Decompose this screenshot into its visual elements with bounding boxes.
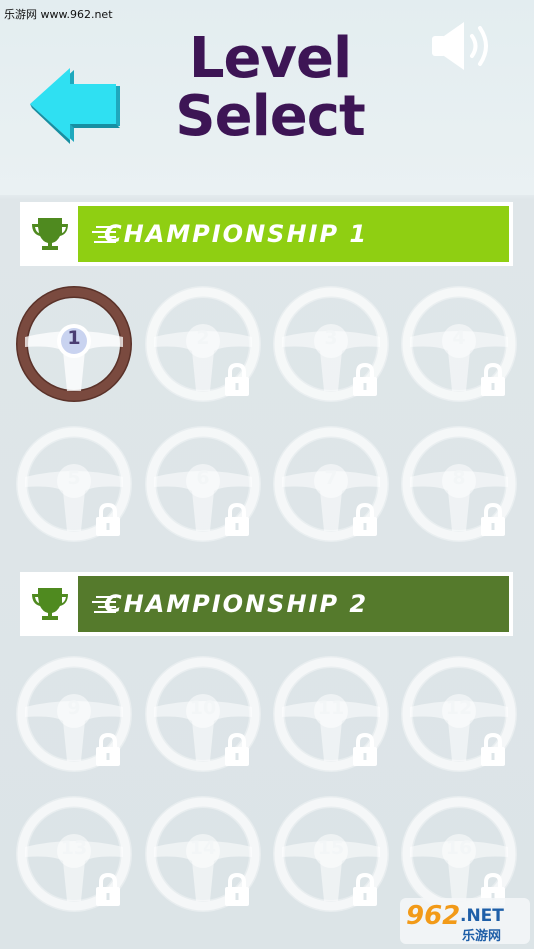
level-button-3[interactable]: 3 bbox=[272, 285, 390, 403]
trophy-icon bbox=[32, 588, 68, 620]
lock-icon bbox=[481, 503, 505, 536]
level-button-15[interactable]: 15 bbox=[272, 795, 390, 913]
level-number: 16 bbox=[445, 837, 473, 859]
level-button-7[interactable]: 7 bbox=[272, 425, 390, 543]
championship-1-label: CHAMPIONSHIP 1 bbox=[104, 220, 369, 248]
level-button-6[interactable]: 6 bbox=[144, 425, 262, 543]
lock-icon bbox=[481, 733, 505, 766]
lock-icon bbox=[225, 873, 249, 906]
lock-icon bbox=[96, 503, 120, 536]
level-number: 7 bbox=[324, 467, 338, 489]
watermark-962: 962 bbox=[406, 901, 460, 931]
lock-icon bbox=[481, 363, 505, 396]
lock-icon bbox=[225, 363, 249, 396]
championship-2-header: CHAMPIONSHIP 2 bbox=[20, 572, 513, 636]
page-title-line1: Level bbox=[188, 26, 352, 91]
watermark-top-text: 乐游网 www.962.net bbox=[4, 8, 113, 21]
level-button-13[interactable]: 13 bbox=[15, 795, 133, 913]
level-number: 8 bbox=[452, 467, 466, 489]
lock-icon bbox=[96, 873, 120, 906]
level-number: 10 bbox=[189, 697, 217, 719]
lock-icon bbox=[225, 733, 249, 766]
lock-icon bbox=[96, 733, 120, 766]
lock-icon bbox=[353, 363, 377, 396]
page-title-line2: Select bbox=[175, 84, 365, 149]
lock-icon bbox=[225, 503, 249, 536]
level-button-12[interactable]: 12 bbox=[400, 655, 518, 773]
championship-1-band[interactable]: CHAMPIONSHIP 1 bbox=[78, 206, 509, 262]
level-button-9[interactable]: 9 bbox=[15, 655, 133, 773]
championship-2-band[interactable]: CHAMPIONSHIP 2 bbox=[78, 576, 509, 632]
watermark-net: .NET bbox=[460, 906, 504, 926]
level-number: 9 bbox=[67, 697, 81, 719]
championship-1-header: CHAMPIONSHIP 1 bbox=[20, 202, 513, 266]
level-number: 13 bbox=[60, 837, 88, 859]
championship-2-label: CHAMPIONSHIP 2 bbox=[104, 590, 369, 618]
level-button-1[interactable]: 1 bbox=[15, 285, 133, 403]
watermark-logo: 962 .NET 乐游网 bbox=[400, 898, 530, 944]
lock-icon bbox=[353, 873, 377, 906]
level-number: 1 bbox=[67, 327, 81, 349]
level-number: 14 bbox=[189, 837, 217, 859]
level-number: 2 bbox=[196, 327, 210, 349]
level-button-10[interactable]: 10 bbox=[144, 655, 262, 773]
watermark-cn: 乐游网 bbox=[462, 928, 501, 944]
level-button-4[interactable]: 4 bbox=[400, 285, 518, 403]
level-button-5[interactable]: 5 bbox=[15, 425, 133, 543]
page-title: Level Select bbox=[140, 30, 400, 146]
level-number: 12 bbox=[445, 697, 473, 719]
level-button-14[interactable]: 14 bbox=[144, 795, 262, 913]
level-number: 11 bbox=[317, 697, 345, 719]
sound-icon[interactable] bbox=[430, 20, 500, 72]
level-number: 4 bbox=[452, 327, 466, 349]
level-button-2[interactable]: 2 bbox=[144, 285, 262, 403]
level-number: 6 bbox=[196, 467, 210, 489]
level-number: 5 bbox=[67, 467, 81, 489]
level-number: 15 bbox=[317, 837, 345, 859]
level-button-8[interactable]: 8 bbox=[400, 425, 518, 543]
level-number: 3 bbox=[324, 327, 338, 349]
back-arrow-icon[interactable] bbox=[30, 68, 122, 144]
lock-icon bbox=[353, 733, 377, 766]
trophy-icon bbox=[32, 218, 68, 250]
level-button-11[interactable]: 11 bbox=[272, 655, 390, 773]
lock-icon bbox=[353, 503, 377, 536]
